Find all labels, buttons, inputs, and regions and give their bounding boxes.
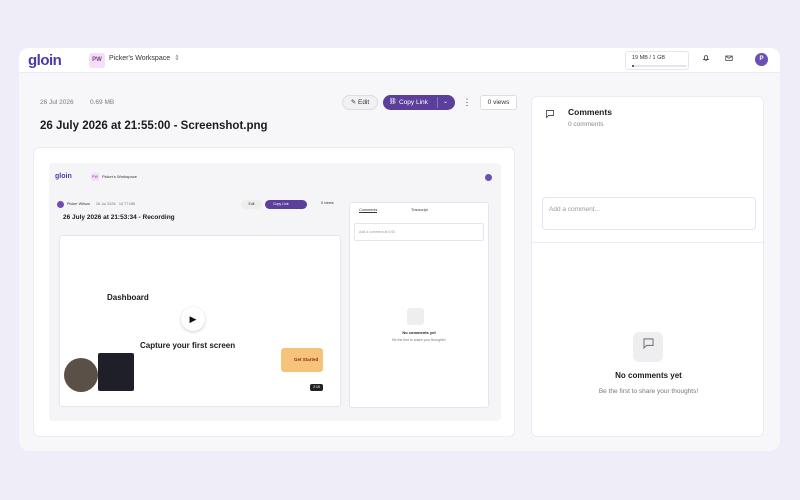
preview-empty-subtitle: Be the first to share your thoughts! [392, 338, 446, 342]
screenshot-preview-card: gloin PW Picker's Workspace Picker Wilso… [33, 147, 515, 437]
preview-date: 26 Jul 2026 [96, 202, 116, 206]
preview-duration: 2:15 [310, 384, 323, 391]
preview-copy-button: Copy Link [265, 200, 307, 209]
empty-comment-icon [633, 332, 663, 362]
user-avatar[interactable]: P [755, 53, 768, 66]
divider [532, 242, 765, 243]
preview-user-avatar [57, 201, 64, 208]
item-date: 26 Jul 2026 [40, 99, 74, 106]
preview-empty-icon [407, 308, 424, 325]
preview-avatar [485, 174, 492, 181]
preview-recorder-panel [98, 353, 134, 391]
preview-edit-button: Edit [241, 200, 262, 209]
comments-title: Comments [568, 107, 612, 117]
empty-state-subtitle: Be the first to share your thoughts! [598, 388, 699, 395]
empty-state-title: No comments yet [615, 371, 682, 380]
comments-panel: Comments 0 comments No comments yet Be t… [531, 96, 765, 437]
preview-add-comment: Add a comment at 0:00 [354, 223, 484, 241]
copy-link-label: Copy Link [399, 99, 428, 106]
chevron-down-icon[interactable]: ⌄ [443, 95, 448, 110]
preview-views: 0 views [321, 201, 334, 205]
play-icon: ▶ [181, 307, 205, 331]
mail-icon[interactable] [723, 54, 735, 66]
preview-video: Dashboard ▶ Capture your first screen Ge… [59, 235, 341, 407]
preview-title: 26 July 2026 at 21:53:34 - Recording [63, 214, 175, 221]
storage-meter[interactable]: 19 MB / 1 GB [625, 51, 689, 70]
gloin-logo[interactable]: gloin [28, 52, 62, 69]
comment-input-box[interactable] [542, 197, 756, 230]
views-button[interactable]: 0 views [480, 95, 517, 110]
storage-bar-track [632, 65, 687, 67]
preview-dashboard-title: Dashboard [107, 293, 149, 302]
preview-get-started: Get Started [281, 348, 323, 372]
app-window: gloin PW Picker's Workspace ⇕ 19 MB / 1 … [19, 48, 780, 451]
comment-icon [543, 109, 556, 122]
preview-webcam-bubble [64, 358, 98, 392]
workspace-name[interactable]: Picker's Workspace [109, 55, 170, 62]
preview-meta: 26 Jul 2026 10.77 MB [96, 202, 135, 206]
preview-tab-transcript: Transcript [411, 208, 428, 212]
comments-header: Comments 0 comments [532, 97, 765, 137]
button-divider [437, 97, 438, 108]
pencil-icon: ✎ [350, 99, 357, 106]
preview-workspace-badge: PW [91, 173, 99, 181]
link-icon: ⛓ [389, 99, 397, 105]
storage-text: 19 MB / 1 GB [632, 55, 666, 61]
more-options-icon[interactable]: ⋮ [462, 96, 472, 110]
copy-link-button[interactable]: ⛓ Copy Link ⌄ [383, 95, 455, 110]
comments-count: 0 comments [568, 121, 604, 128]
preview-empty-title: No comments yet [402, 330, 436, 335]
preview-user-name: Picker Wilson [67, 202, 90, 206]
preview-workspace-name: Picker's Workspace [102, 174, 137, 179]
comment-input[interactable] [549, 206, 739, 213]
edit-label: Edit [358, 99, 370, 106]
preview-capture-heading: Capture your first screen [140, 341, 236, 350]
top-bar: gloin PW Picker's Workspace ⇕ 19 MB / 1 … [19, 48, 780, 73]
preview-tab-comments: Comments [359, 208, 378, 213]
storage-bar-fill [632, 65, 634, 67]
chevron-updown-icon[interactable]: ⇕ [174, 54, 180, 62]
bell-icon[interactable] [700, 54, 712, 66]
item-size: 0.69 MB [90, 99, 115, 106]
screenshot-image[interactable]: gloin PW Picker's Workspace Picker Wilso… [49, 163, 501, 421]
preview-logo: gloin [55, 173, 72, 180]
preview-size: 10.77 MB [118, 202, 136, 206]
page-title: 26 July 2026 at 21:55:00 - Screenshot.pn… [40, 120, 268, 132]
edit-button[interactable]: ✎ Edit [342, 95, 378, 110]
workspace-badge[interactable]: PW [89, 53, 105, 68]
